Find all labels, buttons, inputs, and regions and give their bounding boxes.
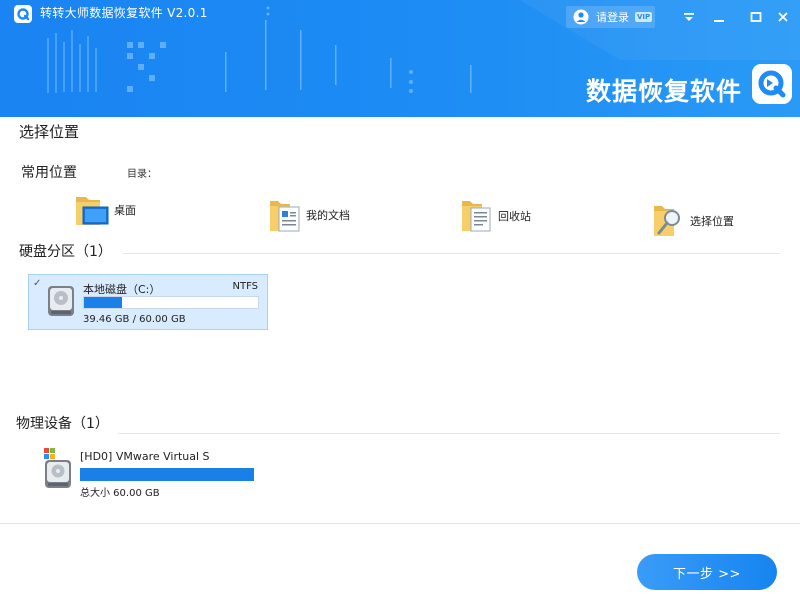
maximize-button[interactable] [744, 6, 768, 28]
checkmark-icon: ✓ [33, 278, 42, 289]
partition-size: 39.46 GB / 60.00 GB [83, 314, 186, 325]
footer-divider [0, 523, 800, 524]
app-logo-icon [14, 5, 32, 23]
disk-drive-icon [48, 286, 74, 316]
common-locations-title: 常用位置 [21, 165, 77, 181]
vip-badge: VIP [635, 12, 653, 22]
location-recycle-bin[interactable]: 回收站 [460, 197, 531, 235]
close-button[interactable] [771, 6, 795, 28]
brand-logo-icon [752, 64, 792, 104]
location-label: 回收站 [498, 210, 531, 223]
location-my-documents[interactable]: 我的文档 [268, 195, 350, 235]
desktop-folder-icon [76, 197, 109, 225]
partition-usage-bar [83, 296, 259, 309]
location-desktop[interactable]: 桌面 [74, 191, 136, 229]
page-title: 选择位置 [19, 123, 80, 141]
section-divider [118, 433, 780, 434]
brand-title: 数据恢复软件 [586, 77, 743, 106]
partitions-title: 硬盘分区（1） [19, 244, 112, 260]
main-content: 选择位置 常用位置 目录： 桌面 我的文档 回收站 选择位置 硬盘分区（1） ✓… [0, 117, 800, 602]
filesystem-label: NTFS [232, 281, 258, 292]
title-bar: 转转大师数据恢复软件 V2.0.1 请登录 VIP 数据恢复软件 [0, 0, 800, 117]
login-button[interactable]: 请登录 VIP [566, 6, 655, 28]
minimize-button[interactable] [707, 6, 731, 28]
physical-disk-icon [44, 448, 71, 488]
partition-name: 本地磁盘（C:） [83, 283, 161, 296]
maximize-icon [750, 12, 762, 22]
location-label: 桌面 [114, 204, 136, 217]
device-usage-fill [81, 469, 253, 480]
location-browse[interactable]: 选择位置 [652, 202, 734, 240]
partition-card[interactable]: ✓ 本地磁盘（C:） NTFS 39.46 GB / 60.00 GB [28, 274, 268, 330]
menu-button[interactable] [677, 6, 701, 28]
location-label: 我的文档 [306, 209, 350, 222]
documents-folder-icon [270, 201, 300, 232]
close-icon [778, 12, 788, 22]
next-step-button[interactable]: 下一步 >> [637, 554, 777, 590]
section-divider [123, 253, 780, 254]
browse-folder-icon [654, 206, 680, 236]
physical-devices-title: 物理设备（1） [16, 416, 109, 432]
app-title: 转转大师数据恢复软件 V2.0.1 [40, 6, 208, 20]
device-usage-bar [80, 468, 254, 481]
user-icon [573, 9, 589, 25]
minimize-icon [714, 20, 724, 22]
menu-icon [684, 13, 694, 21]
partition-usage-fill [84, 297, 123, 308]
directory-label: 目录： [127, 169, 157, 180]
login-label: 请登录 [596, 11, 629, 24]
location-label: 选择位置 [690, 215, 734, 228]
recycle-bin-folder-icon [462, 201, 491, 232]
device-size: 总大小 60.00 GB [80, 488, 160, 499]
device-name: [HD0] VMware Virtual S [80, 450, 210, 463]
